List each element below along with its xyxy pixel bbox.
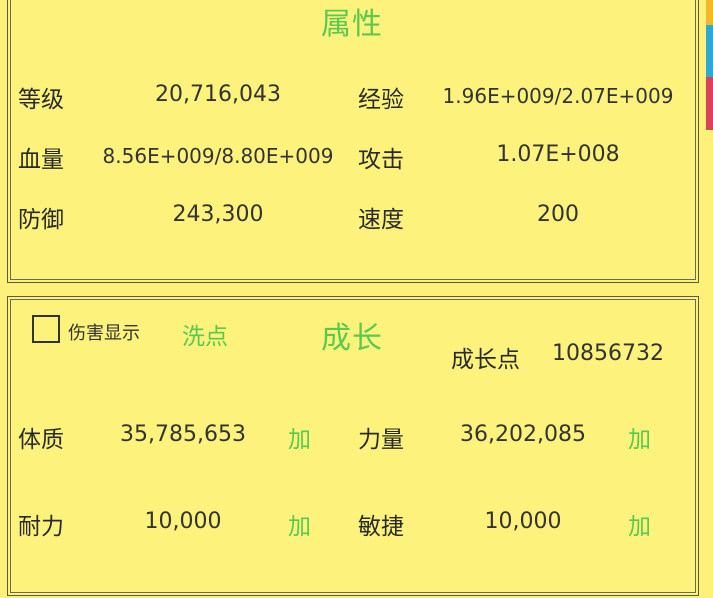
character-screen: { "attributes": { "title": "属性", "level_…: [0, 0, 713, 598]
exp-value: 1.96E+009/2.07E+009: [442, 84, 674, 108]
level-value: 20,716,043: [155, 82, 281, 107]
strength-value: 36,202,085: [460, 422, 586, 447]
damage-display-checkbox[interactable]: [32, 315, 60, 343]
endurance-add-button[interactable]: 加: [288, 507, 311, 541]
agility-label: 敏捷: [358, 514, 404, 540]
damage-display-label: 伤害显示: [68, 323, 140, 344]
growth-points-value: 10856732: [552, 341, 664, 366]
strength-add-button[interactable]: 加: [628, 420, 651, 454]
constitution-value: 35,785,653: [120, 422, 246, 447]
endurance-value: 10,000: [144, 509, 222, 534]
speed-label: 速度: [358, 207, 404, 233]
attributes-panel: 属性 等级 20,716,043 经验 1.96E+009/2.07E+009 …: [7, 0, 699, 283]
strength-label: 力量: [358, 427, 404, 453]
growth-panel: 伤害显示 洗点 成长 成长点 10856732 体质 35,785,653 加 …: [7, 296, 699, 596]
level-label: 等级: [18, 87, 64, 113]
constitution-add-button[interactable]: 加: [288, 420, 311, 454]
speed-value: 200: [537, 202, 579, 227]
agility-value: 10,000: [484, 509, 562, 534]
exp-label: 经验: [358, 87, 404, 113]
hp-value: 8.56E+009/8.80E+009: [102, 144, 334, 168]
side-tab-blue[interactable]: [706, 25, 713, 77]
growth-points-label: 成长点: [451, 347, 520, 373]
attributes-title: 属性: [321, 7, 383, 42]
hp-label: 血量: [18, 147, 64, 173]
defense-value: 243,300: [172, 202, 264, 227]
endurance-label: 耐力: [18, 514, 64, 540]
growth-title: 成长: [321, 321, 383, 356]
side-tab-yellow[interactable]: [706, 0, 713, 25]
constitution-label: 体质: [18, 427, 64, 453]
attack-label: 攻击: [358, 147, 404, 173]
attack-value: 1.07E+008: [496, 142, 620, 167]
reset-points-button[interactable]: 洗点: [182, 317, 228, 351]
defense-label: 防御: [18, 207, 64, 233]
side-tab-red[interactable]: [706, 77, 713, 130]
agility-add-button[interactable]: 加: [628, 507, 651, 541]
